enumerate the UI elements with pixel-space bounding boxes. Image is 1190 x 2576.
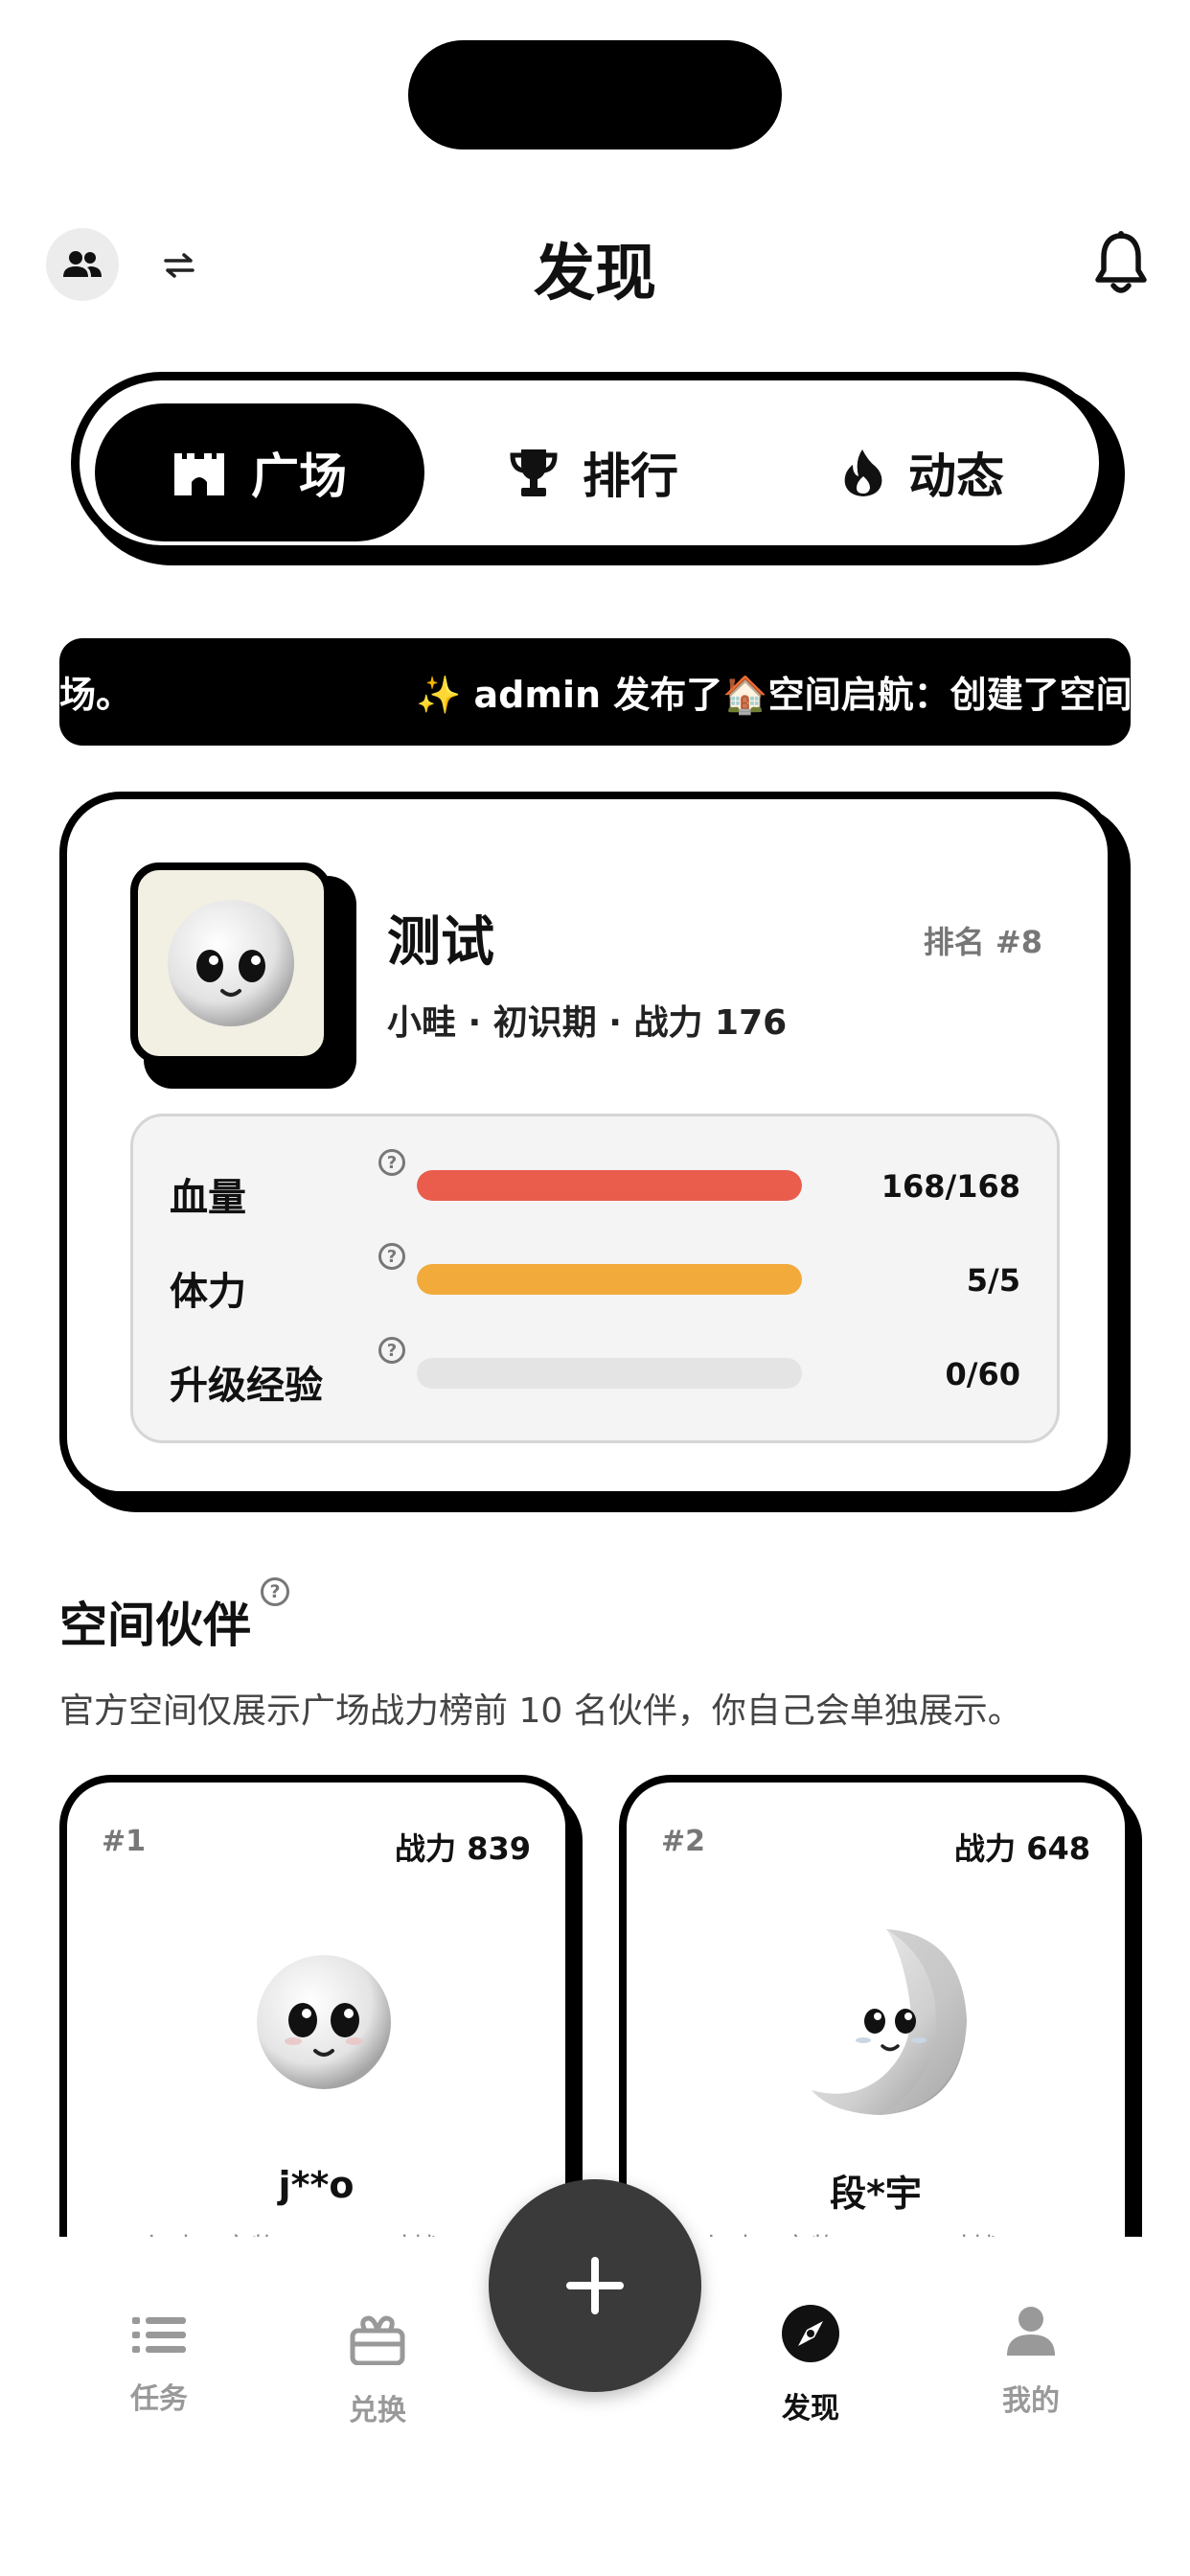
stamina-bar (417, 1264, 802, 1295)
partners-description: 官方空间仅展示广场战力榜前 10 名伙伴，你自己会单独展示。 (59, 1691, 1022, 1731)
pet-avatar[interactable] (130, 862, 332, 1064)
dynamic-island (408, 40, 782, 150)
discover-tabs: 广场 排行 动态 (71, 372, 1108, 554)
tab-plaza[interactable]: 广场 (95, 403, 424, 541)
partner-rank: #1 (102, 1825, 147, 1858)
nav-label-discover: 发现 (782, 2392, 839, 2426)
partner-name: 段*宇 (830, 2173, 922, 2215)
nav-label-profile: 我的 (1002, 2384, 1060, 2418)
stats-panel: 血量 ? 168/168 体力 ? 5/5 升级经验 ? 0/60 (130, 1114, 1060, 1443)
plus-icon (566, 2257, 624, 2314)
partner-avatar (180, 1898, 468, 2147)
partner-power: 战力 648 (954, 1830, 1090, 1867)
nav-label-exchange: 兑换 (349, 2394, 406, 2427)
pet-info: 小畦 · 初识期 · 战力 176 (387, 1003, 788, 1043)
nav-item-discover[interactable]: 发现 (744, 2304, 878, 2426)
add-button[interactable] (489, 2179, 701, 2392)
partner-avatar (740, 1898, 1027, 2147)
stat-value-hp: 168/168 (881, 1168, 1020, 1205)
fire-icon (844, 449, 882, 496)
stat-label-hp: 血量 (170, 1176, 246, 1220)
castle-icon (174, 453, 224, 495)
hp-bar-fill (417, 1170, 802, 1201)
announcement-marquee[interactable]: 场。 ✨ admin 发布了🏠空间启航：创建了空间「官方空间」 (59, 638, 1131, 746)
partner-card[interactable]: #1 战力 839 j**o 小畦 · 宠物LV.15 · 对战LV.4 (59, 1775, 573, 2273)
hp-bar (417, 1170, 802, 1201)
notification-button[interactable] (1092, 230, 1150, 297)
stat-value-stamina: 5/5 (966, 1262, 1020, 1299)
nav-item-profile[interactable]: 我的 (964, 2306, 1098, 2419)
moon-face-icon (812, 1929, 967, 2115)
tab-feed-label: 动态 (908, 448, 1004, 504)
partner-card[interactable]: #2 战力 648 段*宇 小畦 · 宠物LV.11 · 对战LV.1 (619, 1775, 1133, 2273)
gift-icon (350, 2315, 405, 2365)
exp-bar (417, 1358, 802, 1389)
nav-label-tasks: 任务 (130, 2382, 188, 2416)
tab-plaza-label: 广场 (251, 448, 347, 504)
profile-card[interactable]: 测试 排名 #8 小畦 · 初识期 · 战力 176 血量 ? 168/168 … (59, 792, 1115, 1499)
stamina-bar-fill (417, 1264, 802, 1295)
stat-value-exp: 0/60 (945, 1356, 1020, 1392)
rank-badge: 排名 #8 (923, 924, 1042, 960)
partner-rank: #2 (661, 1825, 706, 1858)
list-icon (132, 2317, 186, 2353)
help-icon[interactable]: ? (378, 1149, 405, 1176)
tab-ranking[interactable]: 排行 (436, 403, 752, 541)
nav-item-tasks[interactable]: 任务 (92, 2315, 226, 2417)
tab-ranking-label: 排行 (583, 448, 678, 504)
help-icon[interactable]: ? (378, 1337, 405, 1364)
trophy-icon (510, 449, 558, 496)
marquee-tail-text: 场。 (59, 674, 133, 716)
stat-label-exp: 升级经验 (170, 1364, 323, 1408)
round-face-icon (257, 1955, 391, 2089)
partners-title: 空间伙伴 (59, 1598, 251, 1653)
help-icon[interactable]: ? (378, 1243, 405, 1270)
page-title: 发现 (534, 239, 656, 310)
pet-name: 测试 (387, 911, 494, 974)
marquee-text: ✨ admin 发布了🏠空间启航：创建了空间「官方空间」 (416, 674, 1131, 716)
bell-icon (1095, 231, 1147, 293)
stat-label-stamina: 体力 (170, 1270, 246, 1314)
partner-power: 战力 839 (395, 1830, 531, 1867)
help-icon[interactable]: ? (261, 1577, 289, 1606)
nav-item-exchange[interactable]: 兑换 (310, 2315, 445, 2428)
tab-feed[interactable]: 动态 (766, 403, 1082, 541)
partner-name: j**o (278, 2164, 355, 2206)
round-face-icon (168, 900, 294, 1026)
person-icon (1007, 2307, 1055, 2356)
compass-icon (782, 2305, 839, 2362)
